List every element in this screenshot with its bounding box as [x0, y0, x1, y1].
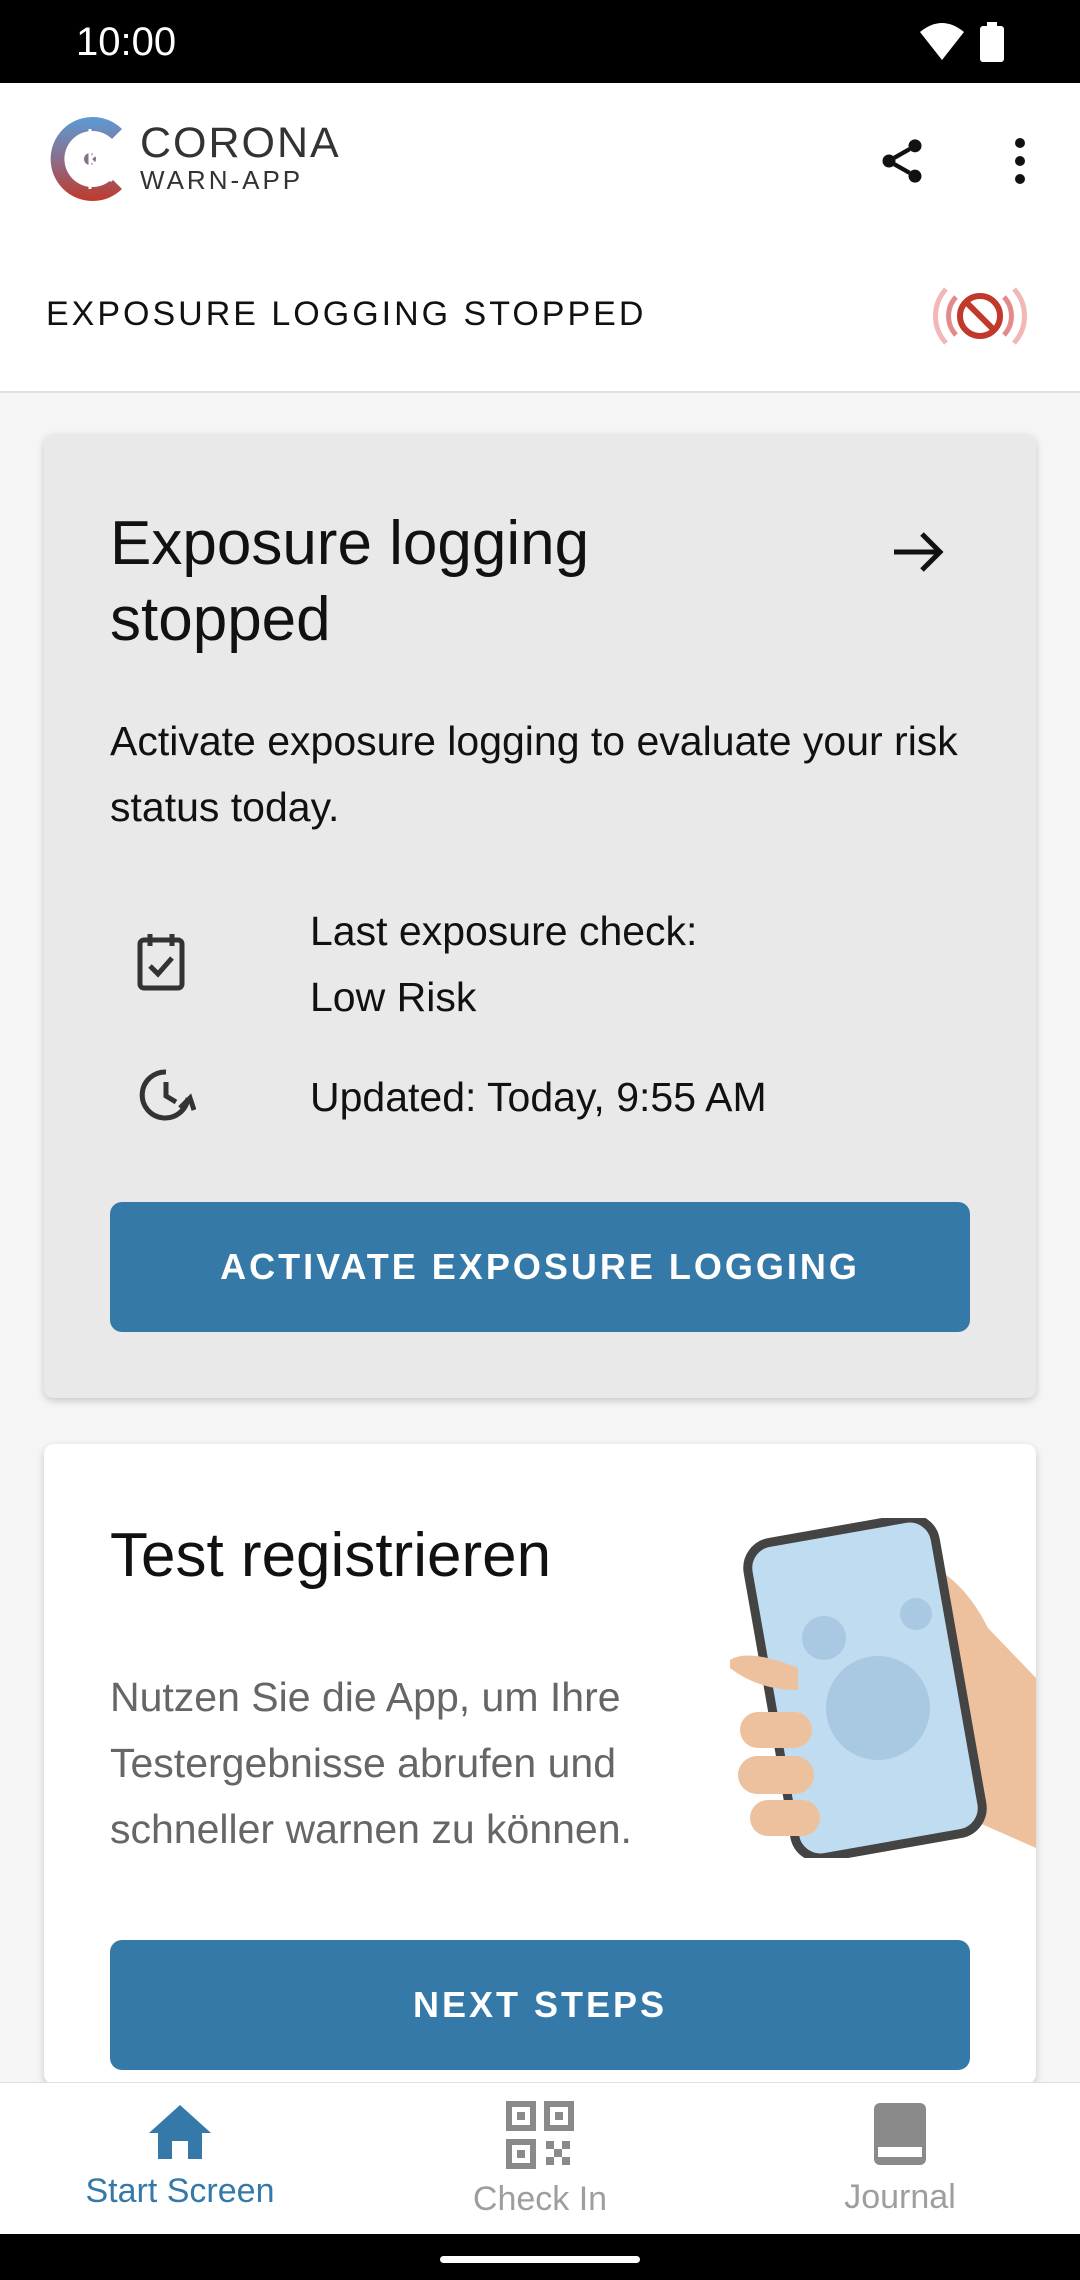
risk-card-description: Activate exposure logging to evaluate yo… — [110, 718, 958, 830]
home-gesture-handle[interactable] — [440, 2256, 640, 2263]
bottom-navigation: Start Screen Check In Journal — [0, 2082, 1080, 2235]
brand-line1: CORONA — [140, 119, 341, 167]
home-icon — [145, 2105, 215, 2165]
arrow-right-icon[interactable] — [890, 530, 946, 579]
share-icon[interactable] — [876, 135, 928, 192]
calendar-check-icon — [136, 932, 186, 997]
exposure-logging-off-icon — [930, 275, 1030, 362]
brand-line2: WARN-APP — [140, 165, 304, 195]
status-time: 10:00 — [76, 20, 177, 64]
status-bar: 10:00 — [0, 0, 1080, 83]
clock-refresh-icon — [136, 1064, 197, 1129]
nav-label-start-screen: Start Screen — [85, 2172, 275, 2210]
battery-icon — [980, 22, 1004, 67]
phone-in-hand-illustration — [728, 1513, 1036, 1863]
nav-label-check-in: Check In — [472, 2180, 608, 2218]
next-steps-button[interactable]: NEXT STEPS — [110, 1940, 970, 2070]
app-bar: CORONA WARN-APP — [0, 83, 1080, 243]
risk-card[interactable]: Exposure logging stopped Activate exposu… — [44, 434, 1036, 1398]
last-check-label: Last exposure check: — [310, 908, 698, 954]
test-register-card[interactable]: Test registrieren Nutzen Sie die App, um… — [44, 1444, 1036, 2084]
wifi-icon — [920, 22, 964, 65]
last-check-value: Low Risk — [310, 974, 477, 1020]
system-navigation-bar — [0, 2234, 1080, 2280]
nav-journal[interactable]: Journal — [750, 2101, 1050, 2217]
nav-start-screen[interactable]: Start Screen — [30, 2101, 330, 2211]
book-icon — [872, 2103, 928, 2171]
qr-code-icon — [506, 2101, 574, 2173]
updated-text: Updated: Today, 9:55 AM — [310, 1074, 767, 1120]
activate-exposure-logging-button[interactable]: ACTIVATE EXPOSURE LOGGING — [110, 1202, 970, 1332]
more-vertical-icon[interactable] — [1000, 135, 1040, 192]
last-check-row: Last exposure check: Low Risk — [110, 898, 970, 1038]
nav-label-journal: Journal — [844, 2178, 956, 2216]
test-card-title: Test registrieren — [110, 1521, 552, 1590]
nav-check-in[interactable]: Check In — [390, 2101, 690, 2219]
risk-card-title: Exposure logging stopped — [110, 509, 590, 654]
updated-row: Updated: Today, 9:55 AM — [110, 1064, 970, 1134]
test-card-description: Nutzen Sie die App, um Ihre Testergebnis… — [110, 1674, 632, 1852]
exposure-status-header: EXPOSURE LOGGING STOPPED — [0, 243, 1080, 393]
corona-warn-app-logo — [42, 109, 142, 209]
brand-name: CORONA WARN-APP — [140, 121, 341, 195]
exposure-status-label: EXPOSURE LOGGING STOPPED — [46, 295, 647, 333]
